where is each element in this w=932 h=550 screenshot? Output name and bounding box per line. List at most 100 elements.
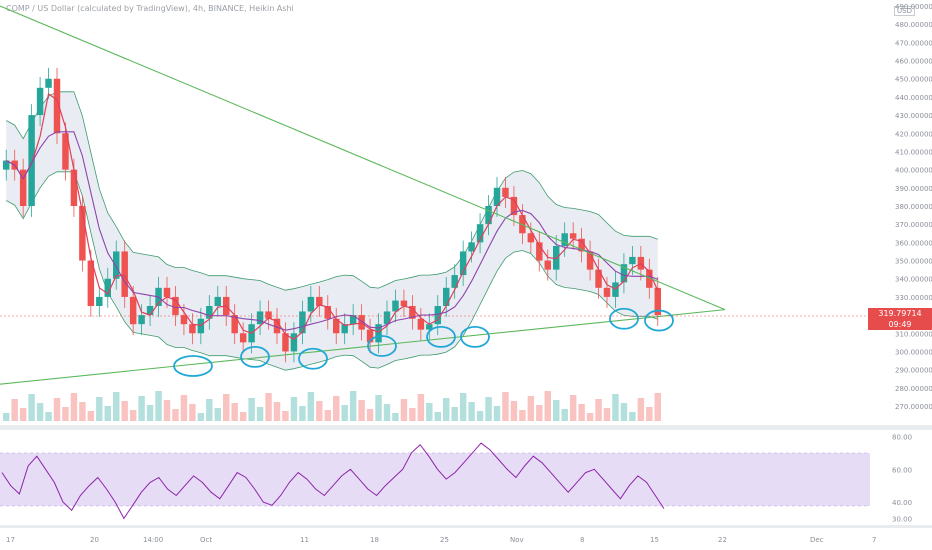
candle-body (70, 169, 78, 206)
candle-body (256, 311, 264, 325)
volume-bar (146, 405, 154, 421)
price-tick-label: 290.00000 (895, 367, 932, 375)
rsi-chart[interactable]: 80.00 60.00 40.00 30.00 (0, 430, 932, 525)
volume-bar (468, 402, 475, 421)
price-tick-label: 490.00000 (895, 3, 932, 11)
volume-bar (358, 400, 365, 421)
price-tick-label: 270.00000 (895, 403, 932, 411)
volume-bar (104, 406, 111, 421)
rsi-axis[interactable]: 80.00 60.00 40.00 30.00 (892, 434, 912, 524)
price-tick-label: 460.00000 (895, 58, 932, 66)
volume-bar (519, 410, 526, 421)
volume-bar (28, 394, 35, 421)
volume-bar (493, 406, 501, 421)
volume-bar (527, 396, 535, 421)
candle-body (569, 233, 577, 239)
price-chart[interactable]: 490.00000 480.00000 470.00000 460.00000 450.… (0, 0, 932, 425)
volume-bar (502, 392, 509, 421)
time-axis[interactable]: 17 20 14:00 Oct 11 18 25 Nov 8 15 22 Dec 7 (0, 528, 932, 550)
volume-bar (569, 395, 577, 421)
volume-bar (138, 396, 145, 421)
candle-body (349, 315, 357, 325)
volume-bar (248, 398, 255, 421)
last-price-value: 319.79714 (878, 309, 922, 318)
volume-bar (172, 409, 179, 421)
volume-bar (265, 393, 272, 421)
price-tick-label: 310.00000 (895, 330, 932, 338)
volume-bar (392, 413, 399, 421)
candle-body (629, 256, 636, 265)
volume-bar (409, 408, 416, 421)
volume-bar (121, 401, 128, 421)
volume-bar (189, 404, 196, 421)
highlight-circle[interactable] (460, 326, 490, 348)
candle-body (603, 287, 611, 297)
volume-bar (451, 407, 458, 421)
volume-bar (349, 391, 357, 421)
volume-bar (113, 392, 120, 421)
candle-body (129, 296, 137, 325)
candle-body (28, 115, 35, 206)
price-axis[interactable]: 490.00000 480.00000 470.00000 460.00000 450.… (895, 3, 932, 411)
volume-bar (333, 396, 340, 421)
volume-bar (290, 397, 298, 421)
volume-bar (383, 404, 391, 421)
candle-body (163, 287, 171, 297)
volume-bar (316, 401, 323, 421)
candle-body (502, 187, 509, 197)
bollinger-fill (6, 91, 658, 371)
rsi-tick-label: 60.00 (892, 466, 912, 474)
volume-bar (536, 405, 543, 421)
volume-bar (53, 398, 61, 421)
volume-bar (443, 398, 450, 421)
candle-body (138, 315, 145, 325)
volume-bar (62, 407, 69, 421)
volume-bar (578, 404, 585, 421)
volume-bar (637, 398, 645, 421)
last-price-tag: 319.79714 09:49 (868, 308, 932, 330)
price-tick-label: 350.00000 (895, 258, 932, 266)
volume-bar (417, 394, 425, 421)
volume-bar (282, 411, 289, 421)
volume-bar (256, 407, 264, 421)
volume-bar (180, 395, 188, 421)
candle-body (121, 251, 128, 297)
volume-bar (129, 410, 137, 421)
volume-bar (586, 413, 594, 421)
candle-body (113, 251, 120, 279)
volume-bar (612, 394, 619, 421)
price-tick-label: 380.00000 (895, 203, 932, 211)
volume-bar (476, 411, 484, 421)
candle-body (307, 296, 315, 312)
rsi-tick-label: 40.00 (892, 499, 912, 507)
price-tick-label: 330.00000 (895, 294, 932, 302)
volume-bar (629, 412, 636, 421)
volume-bar (197, 413, 205, 421)
time-tick-label: Nov (510, 536, 524, 544)
volume-bar (273, 402, 281, 421)
volume-bar (87, 411, 95, 421)
volume-bar (299, 406, 306, 421)
candle-body (595, 269, 602, 288)
price-tick-label: 430.00000 (895, 112, 932, 120)
candle-body (239, 333, 247, 343)
volume-bar (223, 394, 230, 421)
volume-bar (36, 403, 44, 421)
volume-bar (19, 408, 27, 421)
volume-bar (3, 413, 10, 421)
candle-body (189, 324, 196, 334)
candle-body (299, 311, 306, 334)
time-tick-label: 8 (580, 536, 584, 544)
volume-bar (70, 393, 78, 421)
volume-bar (366, 409, 374, 421)
time-tick-label: 14:00 (143, 536, 163, 544)
volume-bar (79, 402, 86, 421)
time-tick-label: Oct (200, 536, 212, 544)
price-tick-label: 480.00000 (895, 21, 932, 29)
candle-body (443, 287, 450, 306)
volume-bar (206, 399, 213, 421)
time-tick-label: 15 (650, 536, 659, 544)
price-tick-label: 370.00000 (895, 221, 932, 229)
price-tick-label: 340.00000 (895, 276, 932, 284)
volume-bar (307, 392, 315, 421)
